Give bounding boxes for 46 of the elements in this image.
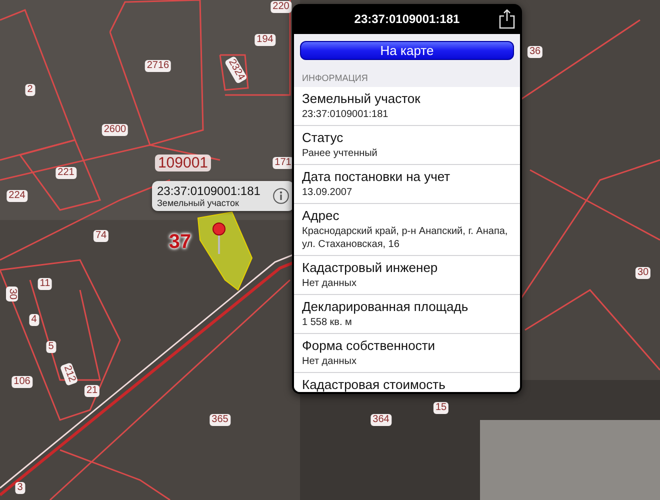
parcel-number-label: 74 xyxy=(93,230,109,242)
parcel-number-label: 220 xyxy=(270,1,292,13)
parcel-number-label: 194 xyxy=(254,34,276,46)
on-map-button[interactable]: На карте xyxy=(300,41,514,60)
parcel-number-label: 224 xyxy=(6,190,28,202)
row-value: Нет данных xyxy=(302,277,358,290)
section-header: ИНФОРМАЦИЯ xyxy=(301,72,369,85)
row-value: 23:37:0109001:181 xyxy=(302,108,390,121)
row-label: Кадастровый инженер xyxy=(302,260,439,276)
parcel-number-label: 171 xyxy=(272,157,294,169)
row-value: Краснодарский край, р-н Анапский, г. Анапа, ул. Стахановская, 16 xyxy=(302,225,509,251)
callout-title: 23:37:0109001:181 xyxy=(157,184,262,198)
row-label: Статус xyxy=(302,130,344,146)
parcel-number-label: 37 xyxy=(168,232,192,252)
row-label: Адрес xyxy=(302,208,340,224)
parcel-number-label: 30 xyxy=(6,286,18,302)
row-value: 1 558 кв. м xyxy=(302,316,353,329)
parcel-number-label: 30 xyxy=(635,267,651,279)
row-value: Ранее учтенный xyxy=(302,147,378,160)
parcel-number-label: 36 xyxy=(527,46,543,58)
parcel-number-label: 106 xyxy=(12,376,32,388)
parcel-number-label: 4 xyxy=(29,314,39,326)
row-value: Нет данных xyxy=(302,355,358,368)
row-label: Форма собственности xyxy=(302,338,436,354)
row-label: Кадастровая стоимость xyxy=(302,377,446,392)
map-pin-icon xyxy=(212,222,226,254)
row-label: Земельный участок xyxy=(302,91,422,107)
parcel-number-label: 11 xyxy=(38,278,52,290)
popover-title: 23:37:0109001:181 xyxy=(354,12,460,26)
parcel-number-label: 3 xyxy=(15,482,25,494)
info-icon[interactable] xyxy=(273,188,289,204)
parcel-number-label: 2 xyxy=(25,84,35,96)
row-label: Декларированная площадь xyxy=(302,299,470,315)
parcel-number-label: 109001 xyxy=(154,154,212,172)
parcel-number-label: 221 xyxy=(56,167,76,179)
parcel-number-label: 15 xyxy=(433,402,449,414)
parcel-number-label: 365 xyxy=(210,414,230,426)
share-icon[interactable] xyxy=(498,9,516,29)
parcel-number-label: 5 xyxy=(46,341,56,353)
row-value: 13.09.2007 xyxy=(302,186,354,199)
parcel-number-label: 21 xyxy=(84,385,100,397)
parcel-number-label: 2600 xyxy=(102,124,128,136)
parcel-number-label: 364 xyxy=(370,414,392,426)
callout-subtitle: Земельный участок xyxy=(157,198,240,208)
row-label: Дата постановки на учет xyxy=(302,169,452,185)
parcel-number-label: 2716 xyxy=(144,60,172,72)
